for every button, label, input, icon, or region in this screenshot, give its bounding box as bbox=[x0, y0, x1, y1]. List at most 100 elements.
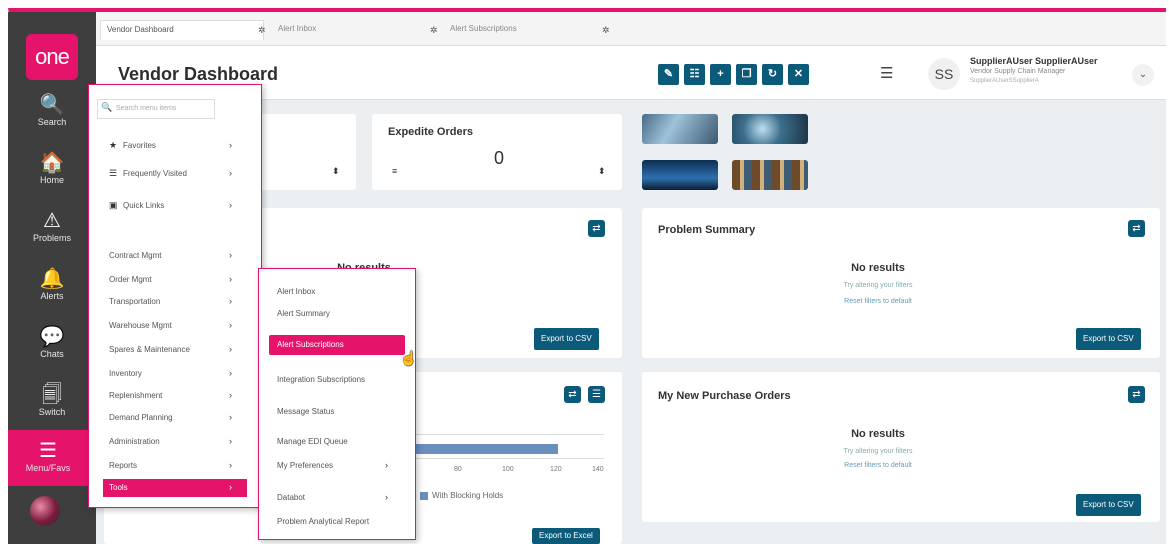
chevron-right-icon: › bbox=[229, 368, 232, 378]
menu-item-replenishment[interactable]: Replenishment › bbox=[89, 387, 261, 405]
chevron-right-icon: › bbox=[385, 492, 388, 502]
rail-chats[interactable]: 💬 Chats bbox=[16, 326, 88, 359]
rail-problems-label: Problems bbox=[32, 233, 71, 243]
filter-settings-icon[interactable]: ⇄ bbox=[1128, 386, 1145, 403]
globe-icon[interactable] bbox=[30, 496, 60, 526]
close-button[interactable]: ✕ bbox=[788, 64, 809, 85]
submenu-item-alert-subscriptions[interactable]: Alert Subscriptions bbox=[269, 335, 405, 355]
edit-button[interactable]: ✎ bbox=[658, 64, 679, 85]
submenu-item-integration-subscriptions[interactable]: Integration Subscriptions bbox=[259, 371, 415, 389]
submenu-item-databot[interactable]: Databot › bbox=[259, 489, 415, 507]
menu-item-administration[interactable]: Administration › bbox=[89, 433, 261, 451]
list-icon[interactable]: ☰ bbox=[588, 386, 605, 403]
copy-button[interactable]: ❐ bbox=[736, 64, 757, 85]
bell-icon: 🔔 bbox=[39, 268, 65, 290]
rail-switch[interactable]: 🗐 Switch bbox=[16, 384, 88, 417]
tab-alert-subscriptions[interactable]: Alert Subscriptions bbox=[444, 20, 594, 40]
menu-item-demand-planning[interactable]: Demand Planning › bbox=[89, 409, 261, 427]
page-title: Vendor Dashboard bbox=[118, 64, 279, 84]
tab-vendor-dashboard[interactable]: Vendor Dashboard bbox=[100, 20, 264, 40]
kpi-toggle-icon[interactable]: ⬍ bbox=[598, 166, 606, 177]
menu-item-label: Quick Links bbox=[123, 201, 165, 210]
filter-settings-icon[interactable]: ⇄ bbox=[1128, 220, 1145, 237]
kpi-left-icon[interactable]: ≡ bbox=[392, 166, 397, 176]
chevron-right-icon: › bbox=[229, 168, 232, 178]
list-button[interactable]: ☷ bbox=[684, 64, 705, 85]
chevron-right-icon: › bbox=[229, 344, 232, 354]
kpi-toggle-icon[interactable]: ⬍ bbox=[332, 166, 340, 177]
menu-item-warehouse-mgmt[interactable]: Warehouse Mgmt › bbox=[89, 317, 261, 335]
export-excel-button[interactable]: Export to Excel bbox=[532, 528, 600, 544]
submenu-item-problem-analytical-report[interactable]: Problem Analytical Report bbox=[259, 513, 415, 531]
submenu-item-label: Databot bbox=[277, 493, 306, 502]
submenu-item-alert-inbox[interactable]: Alert Inbox bbox=[259, 283, 415, 301]
thumbnail-image[interactable] bbox=[732, 114, 808, 144]
chevron-right-icon: › bbox=[229, 436, 232, 446]
menu-item-contract-mgmt[interactable]: Contract Mgmt › bbox=[89, 247, 261, 265]
menu-item-label: Inventory bbox=[109, 369, 142, 378]
rail-problems[interactable]: ⚠ Problems bbox=[16, 210, 88, 243]
thumbnail-image[interactable] bbox=[642, 160, 718, 190]
refresh-button[interactable]: ↻ bbox=[762, 64, 783, 85]
chart-bar bbox=[404, 444, 558, 454]
rail-search[interactable]: 🔍 Search bbox=[16, 94, 88, 127]
rail-chats-label: Chats bbox=[40, 349, 64, 359]
rail-home[interactable]: 🏠 Home bbox=[16, 152, 88, 185]
add-button[interactable]: + bbox=[710, 64, 731, 85]
switch-icon: 🗐 bbox=[42, 384, 62, 406]
tab-alert-inbox[interactable]: Alert Inbox bbox=[272, 20, 422, 40]
menu-item-reports[interactable]: Reports › bbox=[89, 457, 261, 475]
submenu-item-manage-edi-queue[interactable]: Manage EDI Queue bbox=[259, 433, 415, 451]
no-results-text: No results bbox=[851, 262, 905, 274]
tools-submenu: Alert Inbox Alert Summary Alert Subscrip… bbox=[258, 268, 416, 540]
avatar[interactable]: SS bbox=[928, 58, 960, 90]
menu-item-favorites[interactable]: ★ Favorites › bbox=[89, 137, 261, 155]
filter-settings-icon[interactable]: ⇄ bbox=[564, 386, 581, 403]
menu-item-tools[interactable]: Tools › bbox=[103, 479, 247, 497]
menu-search-input[interactable]: Search menu items bbox=[97, 99, 215, 119]
thumbnail-image[interactable] bbox=[642, 114, 718, 144]
tab-close-icon[interactable]: ✲ bbox=[430, 25, 438, 36]
app-logo[interactable]: one bbox=[26, 34, 78, 80]
chart-gridline bbox=[404, 458, 604, 459]
chat-icon: 💬 bbox=[39, 326, 65, 348]
submenu-item-my-preferences[interactable]: My Preferences › bbox=[259, 457, 415, 475]
menu-item-inventory[interactable]: Inventory › bbox=[89, 365, 261, 383]
hamburger-icon[interactable]: ☰ bbox=[880, 64, 893, 82]
menu-item-label: Order Mgmt bbox=[109, 275, 152, 284]
submenu-item-label: Message Status bbox=[277, 407, 335, 416]
no-results-text: No results bbox=[851, 428, 905, 440]
menu-item-spares-maintenance[interactable]: Spares & Maintenance › bbox=[89, 341, 261, 359]
user-email: SupplierAUserSSupplierA bbox=[970, 78, 1039, 84]
main-menu: Search menu items 🔍 ★ Favorites › ☰ Freq… bbox=[88, 84, 262, 508]
user-role: Vendor Supply Chain Manager bbox=[970, 68, 1066, 75]
reset-filters-link[interactable]: Reset filters to default bbox=[778, 298, 978, 305]
warning-icon: ⚠ bbox=[43, 210, 61, 232]
rail-alerts[interactable]: 🔔 Alerts bbox=[16, 268, 88, 301]
tab-close-icon[interactable]: ✲ bbox=[258, 25, 266, 36]
submenu-item-label: My Preferences bbox=[277, 461, 334, 470]
tab-bar: Vendor Dashboard ✲ Alert Inbox ✲ Alert S… bbox=[96, 12, 1166, 46]
tab-label: Alert Inbox bbox=[278, 24, 317, 33]
chevron-down-icon[interactable]: ⌄ bbox=[1132, 64, 1154, 86]
export-csv-button[interactable]: Export to CSV bbox=[534, 328, 599, 350]
star-icon: ★ bbox=[109, 140, 118, 150]
thumbnail-image[interactable] bbox=[732, 160, 808, 190]
chart-tick: 80 bbox=[454, 466, 462, 473]
menu-item-transportation[interactable]: Transportation › bbox=[89, 293, 261, 311]
menu-item-order-mgmt[interactable]: Order Mgmt › bbox=[89, 271, 261, 289]
tab-close-icon[interactable]: ✲ bbox=[602, 25, 610, 36]
user-name: SupplierAUser SupplierAUser bbox=[970, 56, 1098, 66]
submenu-item-message-status[interactable]: Message Status bbox=[259, 403, 415, 421]
menu-icon: ☰ bbox=[39, 440, 57, 462]
submenu-item-label: Alert Subscriptions bbox=[277, 340, 344, 349]
rail-menu-favs[interactable]: ☰ Menu/Favs bbox=[8, 430, 100, 486]
export-csv-button[interactable]: Export to CSV bbox=[1076, 328, 1141, 350]
menu-item-quick-links[interactable]: ▣ Quick Links › bbox=[89, 197, 261, 215]
filter-settings-icon[interactable]: ⇄ bbox=[588, 220, 605, 237]
export-csv-button[interactable]: Export to CSV bbox=[1076, 494, 1141, 516]
reset-filters-link[interactable]: Reset filters to default bbox=[778, 462, 978, 469]
menu-item-frequently-visited[interactable]: ☰ Frequently Visited › bbox=[89, 165, 261, 183]
chevron-right-icon: › bbox=[229, 250, 232, 260]
submenu-item-alert-summary[interactable]: Alert Summary bbox=[259, 305, 415, 323]
